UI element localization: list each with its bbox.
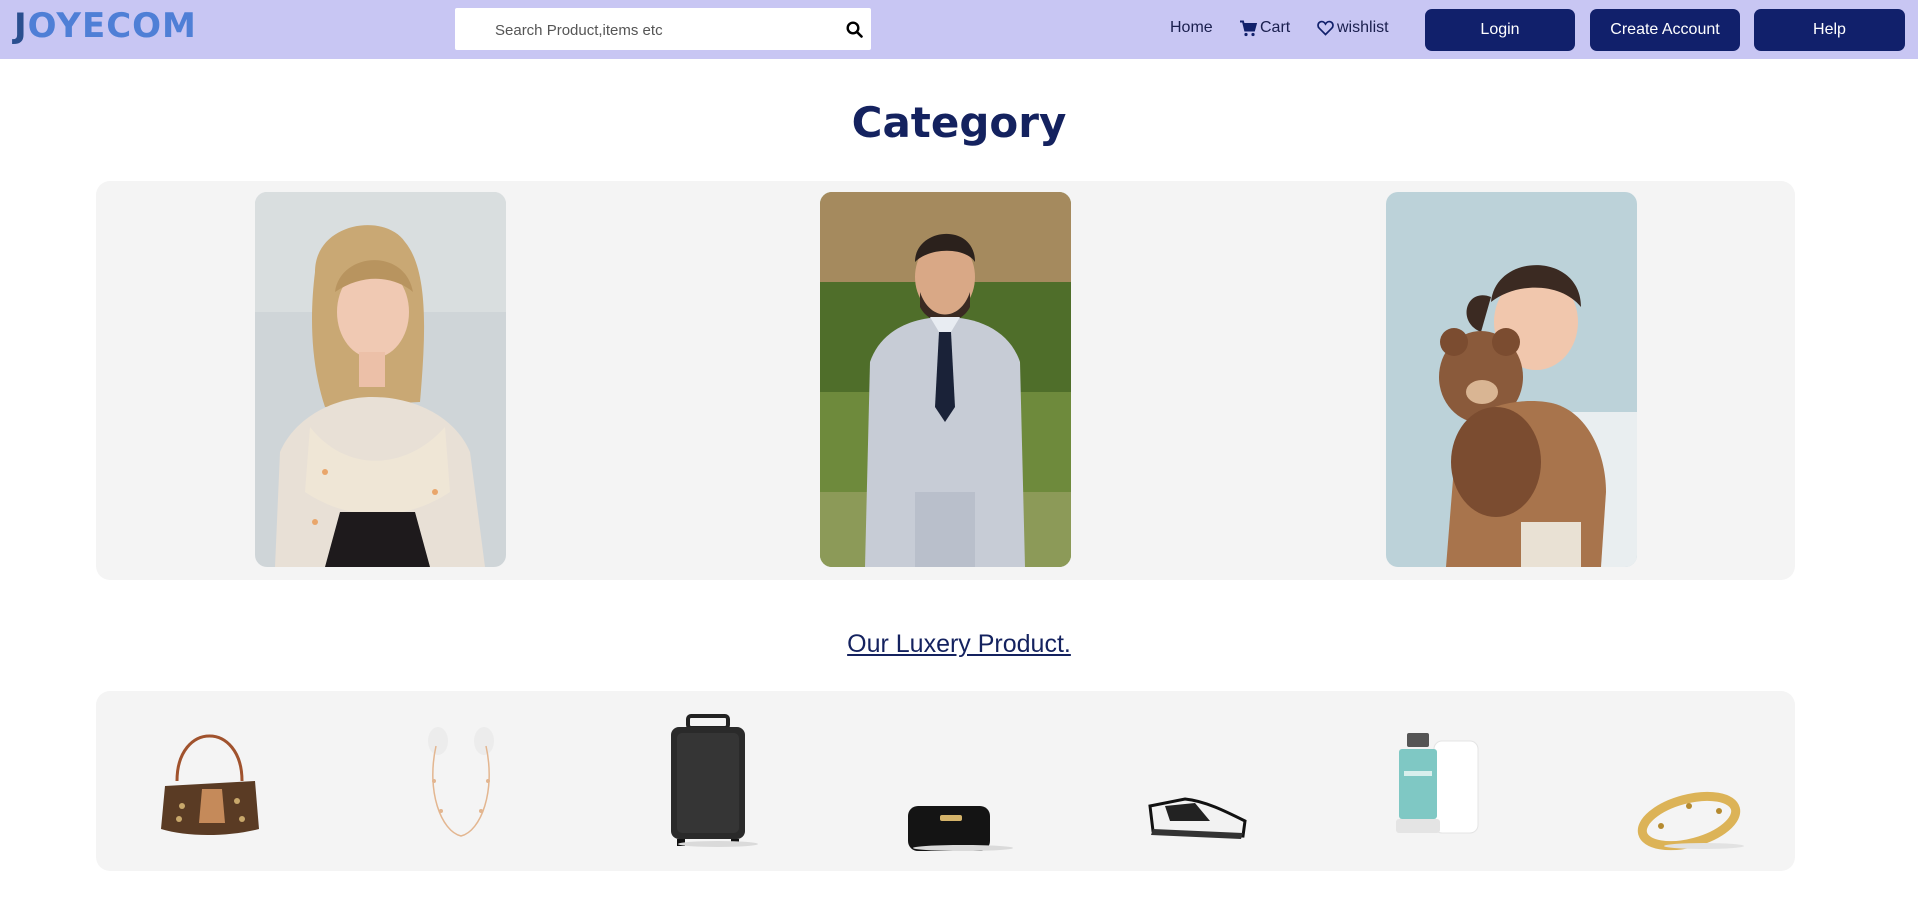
product-sneakers[interactable]	[1135, 711, 1265, 851]
necklace-image	[428, 727, 494, 837]
search-input[interactable]	[493, 8, 827, 52]
logo-text: OYECOM	[27, 6, 197, 46]
help-button[interactable]: Help	[1754, 9, 1905, 51]
top-navbar: JOYECOM Home Cart wishlist Login Crea	[0, 0, 1918, 59]
bracelet-image	[1637, 791, 1744, 851]
suitcase-image	[671, 714, 758, 847]
woman-model-image	[255, 192, 506, 567]
product-wallet[interactable]	[888, 711, 1018, 851]
category-heading: Category	[851, 98, 1067, 147]
category-card-men[interactable]	[820, 192, 1071, 567]
category-card-women[interactable]	[255, 192, 506, 567]
product-suitcase[interactable]	[643, 711, 773, 851]
nav-cart-label: Cart	[1260, 19, 1291, 36]
nav-wishlist-link[interactable]: wishlist	[1317, 19, 1389, 37]
luxury-products-heading[interactable]: Our Luxery Product.	[0, 630, 1918, 659]
help-label: Help	[1813, 21, 1846, 38]
logo-initial: J	[14, 6, 28, 46]
luxury-products-panel	[96, 691, 1795, 871]
search-icon	[845, 20, 863, 38]
man-model-image	[820, 192, 1071, 567]
create-account-label: Create Account	[1610, 21, 1720, 38]
product-perfume[interactable]	[1379, 711, 1509, 851]
nav-home-link[interactable]: Home	[1170, 19, 1213, 37]
search-box	[455, 8, 871, 52]
brand-logo[interactable]: JOYECOM	[14, 6, 197, 46]
heart-icon	[1317, 20, 1334, 36]
product-bracelet[interactable]	[1619, 711, 1749, 851]
child-model-image	[1386, 192, 1637, 567]
product-necklace[interactable]	[396, 711, 526, 851]
nav-cart-link[interactable]: Cart	[1239, 19, 1290, 37]
nav-wishlist-label: wishlist	[1337, 19, 1389, 36]
search-button[interactable]	[837, 8, 871, 50]
login-button[interactable]: Login	[1425, 9, 1575, 51]
category-card-kids[interactable]	[1386, 192, 1637, 567]
nav-home-label: Home	[1170, 19, 1213, 36]
wallet-image	[908, 806, 1013, 851]
create-account-button[interactable]: Create Account	[1590, 9, 1740, 51]
perfume-image	[1396, 733, 1479, 834]
category-panel	[96, 181, 1795, 580]
login-label: Login	[1480, 21, 1520, 38]
product-handbag[interactable]	[147, 711, 277, 851]
sneakers-image	[1148, 797, 1247, 839]
handbag-image	[161, 734, 259, 835]
cart-icon	[1240, 20, 1257, 36]
